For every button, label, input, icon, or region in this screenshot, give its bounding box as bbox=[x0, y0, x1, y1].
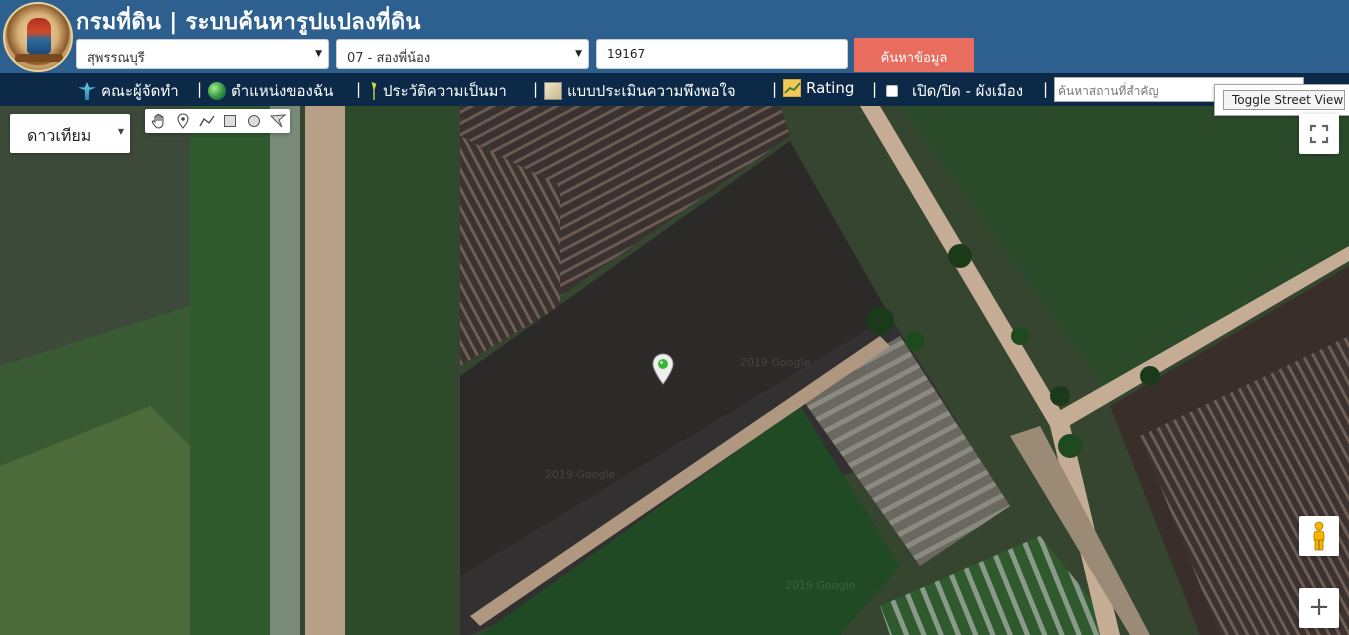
province-select[interactable]: สุพรรณบุรี ▼ bbox=[76, 39, 329, 69]
map-watermark: 2019 Google bbox=[545, 468, 616, 481]
app-title: กรมที่ดิน | ระบบค้นหารูปแปลงที่ดิน bbox=[76, 10, 421, 35]
polygon-icon[interactable] bbox=[266, 110, 290, 132]
province-select-value: สุพรรณบุรี bbox=[87, 51, 145, 66]
polyline-icon[interactable] bbox=[195, 110, 219, 132]
marker-icon[interactable] bbox=[171, 110, 195, 132]
nav-item-label: ตำแหน่งของฉัน bbox=[231, 82, 334, 100]
my-location-icon bbox=[208, 82, 226, 100]
nav-separator: | bbox=[356, 80, 362, 98]
rating-chart-icon bbox=[783, 79, 801, 97]
nav-separator: | bbox=[772, 80, 778, 98]
map-type-value: ดาวเทียม bbox=[27, 126, 92, 145]
map-watermark: 2019 Google bbox=[785, 579, 856, 592]
search-data-button[interactable]: ค้นหาข้อมูล bbox=[854, 38, 974, 72]
nav-item-label: แบบประเมินความพึงพอใจ bbox=[567, 82, 736, 100]
nav-item-label: Rating bbox=[806, 79, 855, 97]
zoom-in-button[interactable]: + bbox=[1299, 588, 1339, 628]
nav-item-committee[interactable]: คณะผู้จัดทำ bbox=[78, 79, 179, 103]
parcel-number-input[interactable]: 19167 bbox=[596, 39, 848, 69]
nav-item-label: คณะผู้จัดทำ bbox=[101, 82, 179, 100]
map-marker-icon[interactable] bbox=[652, 353, 674, 385]
nav-separator: | bbox=[872, 80, 878, 98]
town-plan-checkbox[interactable] bbox=[886, 85, 898, 97]
fullscreen-button[interactable] bbox=[1299, 114, 1339, 154]
nav-item-history[interactable]: ประวัติความเป็นมา bbox=[368, 79, 507, 103]
district-select-value: 07 - สองพี่น้อง bbox=[347, 51, 431, 66]
street-view-pegman-button[interactable] bbox=[1299, 516, 1339, 556]
fullscreen-icon bbox=[1309, 124, 1329, 144]
nav-item-town-plan-toggle[interactable]: เปิด/ปิด - ผังเมือง bbox=[886, 79, 1023, 103]
nav-separator: | bbox=[197, 80, 203, 98]
circle-icon[interactable] bbox=[242, 110, 266, 132]
satellite-imagery bbox=[0, 106, 1349, 635]
app-header: กรมที่ดิน | ระบบค้นหารูปแปลงที่ดิน สุพรร… bbox=[0, 0, 1349, 73]
nav-separator: | bbox=[1043, 80, 1049, 98]
nav-item-my-location[interactable]: ตำแหน่งของฉัน bbox=[208, 79, 333, 103]
nav-separator: | bbox=[533, 80, 539, 98]
nav-item-survey[interactable]: แบบประเมินความพึงพอใจ bbox=[544, 79, 736, 103]
history-icon bbox=[371, 82, 377, 100]
chevron-down-icon: ▼ bbox=[117, 127, 124, 136]
committee-icon bbox=[78, 82, 96, 100]
drawing-toolbar bbox=[145, 109, 290, 133]
nav-item-rating[interactable]: Rating bbox=[783, 79, 854, 97]
rectangle-icon[interactable] bbox=[218, 110, 242, 132]
map-watermark: 2019 Google bbox=[740, 356, 811, 369]
nav-item-label: เปิด/ปิด - ผังเมือง bbox=[912, 82, 1024, 100]
map-type-select[interactable]: ดาวเทียม ▼ bbox=[10, 114, 130, 153]
chevron-down-icon: ▼ bbox=[575, 49, 582, 59]
street-view-tooltip-label: Toggle Street View bbox=[1223, 90, 1345, 110]
street-view-tooltip: Toggle Street View bbox=[1214, 84, 1349, 116]
survey-icon bbox=[544, 82, 562, 100]
nav-item-label: ประวัติความเป็นมา bbox=[383, 82, 507, 100]
hand-icon[interactable] bbox=[147, 110, 171, 132]
pegman-icon bbox=[1313, 521, 1325, 551]
district-select[interactable]: 07 - สองพี่น้อง ▼ bbox=[336, 39, 589, 69]
chevron-down-icon: ▼ bbox=[315, 49, 322, 59]
satellite-map[interactable]: 2019 Google 2019 Google 2019 Google bbox=[0, 106, 1349, 635]
department-seal-logo bbox=[3, 2, 73, 72]
